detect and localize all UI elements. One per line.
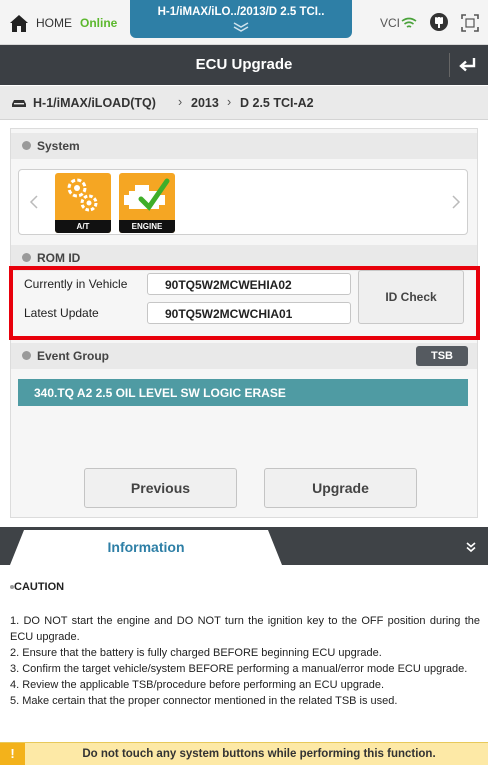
car-icon [12,100,26,107]
wifi-icon [401,17,417,28]
info-line: 2. Ensure that the battery is fully char… [10,647,382,659]
breadcrumb-item-year[interactable]: 2013 [191,96,219,110]
title-bar: ECU Upgrade [0,45,488,85]
rom-id-section-label: ROM ID [37,251,81,265]
system-tile-label: A/T [55,220,111,233]
collapse-icon[interactable] [465,541,477,553]
chevron-right-icon[interactable] [451,194,461,210]
information-text: 1. DO NOT start the engine and DO NOT tu… [10,613,480,709]
vehicle-selector-label: H-1/iMAX/iLO../2013/D 2.5 TCI.. [157,6,325,18]
bullet-icon [22,141,31,150]
event-group-section-label: Event Group [37,349,110,363]
breadcrumb-item-engine[interactable]: D 2.5 TCI-A2 [240,96,314,110]
event-group-section-header: Event Group TSB [11,343,477,369]
info-line: 5. Make certain that the proper connecto… [10,695,398,707]
event-list-item-selected[interactable]: 340.TQ A2 2.5 OIL LEVEL SW LOGIC ERASE [18,379,468,406]
info-line: 1. DO NOT start the engine and DO NOT tu… [10,615,480,643]
system-section-label: System [37,139,80,153]
info-line: 3. Confirm the target vehicle/system BEF… [10,663,468,675]
breadcrumb: H-1/iMAX/iLOAD(TQ) › 2013 › D 2.5 TCI-A2 [0,86,488,120]
warning-icon: ! [0,743,25,765]
rom-id-highlight [9,266,480,340]
engine-check-icon [124,178,170,211]
system-tile-label: ENGINE [119,220,175,233]
system-section-header: System [11,133,477,159]
info-line: 4. Review the applicable TSB/procedure b… [10,679,385,691]
caution-heading: CAUTION [14,581,65,593]
breadcrumb-separator: › [227,95,232,109]
breadcrumb-item-vehicle[interactable]: H-1/iMAX/iLOAD(TQ) [33,96,156,110]
tsb-button[interactable]: TSB [416,346,468,366]
top-bar: HOME Online H-1/iMAX/iLO../2013/D 2.5 TC… [0,0,488,45]
bullet-icon [22,253,31,262]
warning-bar: ! Do not touch any system buttons while … [0,742,488,765]
title-divider [449,53,450,77]
home-label[interactable]: HOME [36,16,72,30]
home-icon[interactable] [9,13,29,33]
information-tab[interactable]: Information [10,530,282,565]
page-title: ECU Upgrade [195,56,293,73]
connection-status: Online [80,16,118,30]
breadcrumb-separator: › [178,95,183,109]
gears-icon [67,178,98,212]
vci-label: VCI [380,16,401,30]
chevron-left-icon[interactable] [29,194,39,210]
system-carousel: A/T ENGINE [18,169,468,235]
vehicle-selector-tab[interactable]: H-1/iMAX/iLO../2013/D 2.5 TCI.. [130,0,352,38]
bullet-icon [22,351,31,360]
previous-button[interactable]: Previous [84,468,237,508]
system-tile-engine[interactable]: ENGINE [119,173,175,233]
chevron-down-icon [233,22,249,32]
upgrade-button[interactable]: Upgrade [264,468,417,508]
plug-icon[interactable] [428,11,450,33]
information-title: Information [107,539,185,555]
screen-capture-icon[interactable] [460,13,480,33]
back-icon[interactable] [457,56,479,74]
system-tile-at[interactable]: A/T [55,173,111,233]
warning-text: Do not touch any system buttons while pe… [82,748,436,760]
